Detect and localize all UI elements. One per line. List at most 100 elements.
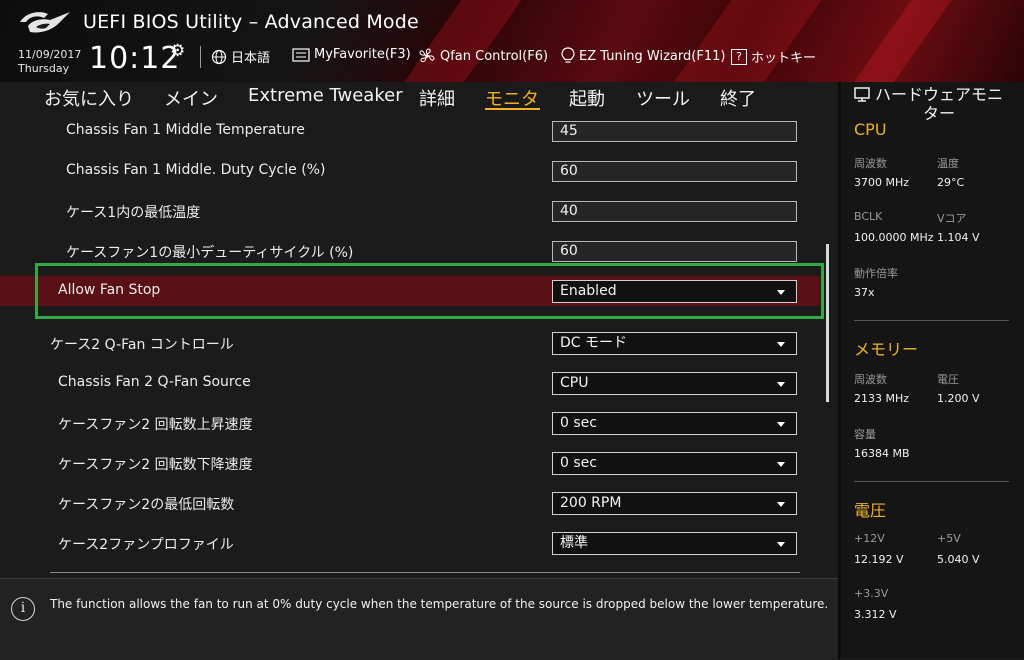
cpu-ratio-label: 動作倍率 bbox=[854, 267, 898, 280]
date-text: 11/09/2017 bbox=[18, 48, 82, 61]
cpu-vcore-value: 1.104 V bbox=[937, 231, 980, 244]
dropdown-value: 標準 bbox=[560, 535, 588, 551]
ez-tuning-label: EZ Tuning Wizard(F11) bbox=[579, 48, 726, 64]
myfavorite-button[interactable]: MyFavorite(F3) bbox=[292, 47, 411, 62]
help-bar: i The function allows the fan to run at … bbox=[0, 578, 838, 660]
setting-value-field[interactable]: 60 bbox=[552, 161, 797, 182]
setting-label: ケースファン2の最低回転数 bbox=[58, 497, 235, 513]
help-description: The function allows the fan to run at 0%… bbox=[50, 597, 829, 611]
main-tab-bar: お気に入り メイン Extreme Tweaker 詳細 モニタ 起動 ツール … bbox=[0, 82, 838, 112]
cpu-temp-value: 29°C bbox=[937, 176, 965, 189]
mem-freq-label: 周波数 bbox=[854, 373, 887, 386]
v33-value: 3.312 V bbox=[854, 608, 897, 621]
chevron-down-icon bbox=[777, 502, 785, 507]
tab-favorites[interactable]: お気に入り bbox=[44, 85, 134, 111]
setting-label: Chassis Fan 1 Middle. Duty Cycle (%) bbox=[66, 162, 326, 178]
hw-section-divider bbox=[854, 320, 1009, 321]
weekday-text: Thursday bbox=[18, 62, 70, 75]
help-question-icon: ? bbox=[731, 48, 747, 65]
cpu-bclk-value: 100.0000 MHz bbox=[854, 231, 934, 244]
setting-label: ケースファン2 回転数上昇速度 bbox=[58, 417, 253, 433]
tab-advanced[interactable]: 詳細 bbox=[419, 85, 455, 111]
setting-value-field[interactable]: 45 bbox=[552, 121, 797, 142]
language-button[interactable]: 日本語 bbox=[211, 47, 270, 66]
hardware-monitor-title: ハードウェアモニター bbox=[854, 85, 1009, 123]
setting-value-field[interactable]: 60 bbox=[552, 241, 797, 262]
hotkey-button[interactable]: ? ホットキー bbox=[731, 47, 816, 66]
setting-label: ケース2ファンプロファイル bbox=[58, 537, 234, 553]
chevron-down-icon bbox=[777, 382, 785, 387]
cpu-section-title: CPU bbox=[854, 120, 887, 139]
cpu-ratio-value: 37x bbox=[854, 286, 875, 299]
lightbulb-icon bbox=[561, 47, 575, 63]
v5-label: +5V bbox=[937, 532, 961, 545]
cpu-freq-value: 3700 MHz bbox=[854, 176, 910, 189]
cpu-freq-label: 周波数 bbox=[854, 157, 887, 170]
hotkey-label: ホットキー bbox=[751, 51, 817, 66]
setting-dropdown[interactable]: DC モード bbox=[552, 332, 797, 355]
settings-divider bbox=[50, 572, 800, 573]
setting-label: ケースファン2 回転数下降速度 bbox=[58, 457, 253, 473]
globe-icon bbox=[211, 49, 227, 64]
v12-value: 12.192 V bbox=[854, 553, 904, 566]
active-tab-underline bbox=[485, 108, 540, 110]
tab-exit[interactable]: 終了 bbox=[720, 85, 756, 111]
header-decor-stripe bbox=[661, 0, 829, 82]
header-bar: UEFI BIOS Utility – Advanced Mode 11/09/… bbox=[0, 0, 1024, 82]
setting-dropdown[interactable]: 0 sec bbox=[552, 412, 797, 435]
selection-highlight-frame bbox=[35, 263, 824, 319]
dropdown-value: DC モード bbox=[560, 335, 628, 351]
setting-value-field[interactable]: 40 bbox=[552, 201, 797, 222]
app-title: UEFI BIOS Utility – Advanced Mode bbox=[83, 11, 419, 33]
dropdown-value: 200 RPM bbox=[560, 495, 622, 511]
memory-section-title: メモリー bbox=[854, 340, 919, 359]
chevron-down-icon bbox=[777, 542, 785, 547]
dropdown-value: 0 sec bbox=[560, 415, 597, 431]
setting-label: Chassis Fan 1 Middle Temperature bbox=[66, 122, 305, 138]
clock-settings-gear-icon[interactable]: ⚙ bbox=[170, 41, 185, 61]
setting-label: ケースファン1の最小デューティサイクル (%) bbox=[66, 245, 354, 261]
mem-volt-label: 電圧 bbox=[937, 373, 959, 386]
qfan-control-button[interactable]: Qfan Control(F6) bbox=[418, 47, 548, 65]
date-display: 11/09/2017 Thursday bbox=[18, 48, 81, 76]
tab-boot[interactable]: 起動 bbox=[569, 85, 605, 111]
rog-logo-icon bbox=[20, 12, 70, 33]
keyboard-list-icon bbox=[292, 47, 310, 62]
hw-section-divider bbox=[854, 481, 1009, 482]
mem-volt-value: 1.200 V bbox=[937, 392, 980, 405]
dropdown-value: CPU bbox=[560, 375, 589, 391]
v33-label: +3.3V bbox=[854, 587, 889, 600]
setting-label: ケース2 Q-Fan コントロール bbox=[50, 337, 234, 353]
tab-extreme-tweaker[interactable]: Extreme Tweaker bbox=[248, 85, 403, 106]
voltage-section-title: 電圧 bbox=[854, 501, 887, 520]
header-decor-stripe bbox=[841, 0, 959, 82]
mem-freq-value: 2133 MHz bbox=[854, 392, 910, 405]
qfan-label: Qfan Control(F6) bbox=[440, 48, 549, 64]
chevron-down-icon bbox=[777, 342, 785, 347]
mem-capacity-label: 容量 bbox=[854, 428, 876, 441]
v5-value: 5.040 V bbox=[937, 553, 980, 566]
fan-icon bbox=[419, 48, 435, 63]
mem-capacity-value: 16384 MB bbox=[854, 447, 910, 460]
tab-tool[interactable]: ツール bbox=[636, 85, 690, 111]
monitor-icon bbox=[854, 87, 870, 102]
setting-dropdown[interactable]: 200 RPM bbox=[552, 492, 797, 515]
info-icon: i bbox=[11, 597, 35, 621]
chevron-down-icon bbox=[777, 422, 785, 427]
setting-label: Chassis Fan 2 Q-Fan Source bbox=[58, 374, 251, 390]
header-separator bbox=[200, 46, 201, 68]
setting-dropdown[interactable]: 0 sec bbox=[552, 452, 797, 475]
cpu-bclk-label: BCLK bbox=[854, 210, 883, 223]
cpu-temp-label: 温度 bbox=[937, 157, 959, 170]
ez-tuning-wizard-button[interactable]: EZ Tuning Wizard(F11) bbox=[561, 47, 725, 65]
setting-dropdown[interactable]: 標準 bbox=[552, 532, 797, 555]
settings-scrollbar[interactable] bbox=[826, 244, 829, 402]
chevron-down-icon bbox=[777, 462, 785, 467]
settings-panel: Chassis Fan 1 Middle Temperature 45 Chas… bbox=[0, 112, 838, 578]
tab-main[interactable]: メイン bbox=[164, 85, 218, 111]
cpu-vcore-label: Vコア bbox=[937, 212, 967, 225]
setting-dropdown[interactable]: CPU bbox=[552, 372, 797, 395]
hardware-monitor-panel: ハードウェアモニター CPU 周波数 温度 3700 MHz 29°C BCLK… bbox=[838, 82, 1024, 659]
v12-label: +12V bbox=[854, 532, 885, 545]
dropdown-value: 0 sec bbox=[560, 455, 597, 471]
